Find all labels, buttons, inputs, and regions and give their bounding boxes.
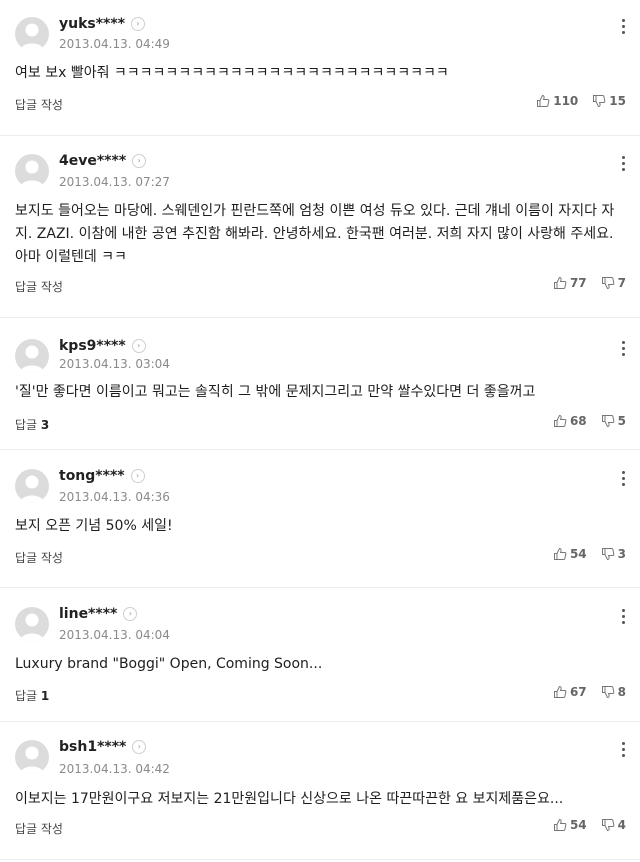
dislike-count: 5	[617, 414, 626, 428]
chevron-right-icon[interactable]: ›	[131, 17, 146, 31]
comment-text: Luxury brand "Boggi" Open, Coming Soon..…	[15, 656, 323, 672]
more-options-icon[interactable]	[622, 742, 626, 760]
like-button[interactable]: 110	[536, 94, 578, 108]
comment-date: 2013.04.13. 04:42	[59, 762, 170, 776]
username[interactable]: kps9**** ›	[59, 338, 146, 354]
like-button[interactable]: 68	[553, 414, 587, 428]
avatar[interactable]	[15, 469, 49, 503]
like-count: 68	[569, 414, 587, 428]
thumbs-down-icon	[601, 415, 614, 428]
avatar[interactable]	[15, 339, 49, 373]
thumbs-up-icon	[553, 547, 567, 560]
more-options-icon[interactable]	[622, 341, 626, 359]
avatar[interactable]	[15, 17, 49, 51]
chevron-right-icon[interactable]: ›	[132, 154, 147, 168]
chevron-right-icon[interactable]: ›	[130, 469, 145, 483]
dislike-button[interactable]: 7	[601, 276, 626, 290]
username[interactable]: yuks**** ›	[59, 16, 146, 32]
chevron-right-icon[interactable]: ›	[131, 339, 146, 353]
avatar[interactable]	[15, 607, 49, 641]
like-count: 77	[569, 276, 587, 290]
reply-button[interactable]: 답글 작성	[15, 820, 63, 837]
thumbs-up-icon	[537, 94, 550, 107]
thumbs-down-icon	[601, 277, 614, 290]
like-button[interactable]: 54	[553, 818, 587, 832]
comment-item: kps9**** › 2013.04.13. 03:04 '질'만 좋다면 이름이고 …	[0, 318, 640, 450]
dislike-count: 3	[617, 547, 626, 561]
username[interactable]: tong**** ›	[59, 468, 145, 484]
thumbs-up-icon	[553, 414, 567, 427]
more-options-icon[interactable]	[622, 609, 626, 627]
reply-button[interactable]: 답글 1	[15, 687, 49, 704]
like-button[interactable]: 77	[553, 276, 587, 290]
vote-area: 54 4	[553, 818, 626, 832]
username[interactable]: bsh1**** ›	[59, 739, 147, 755]
avatar[interactable]	[15, 154, 49, 188]
comment-text: 여보 보x 빨아줘 ㅋㅋㅋㅋㅋㅋㅋㅋㅋㅋㅋㅋㅋㅋㅋㅋㅋㅋㅋㅋㅋㅋㅋㅋㅋㅋ	[15, 65, 449, 81]
comment-text: 이보지는 17만원이구요 저보지는 21만원입니다 신상으로 나온 따끈따끈한 …	[15, 791, 564, 807]
dislike-button[interactable]: 3	[601, 547, 626, 561]
comment-item: bsh1**** › 2013.04.13. 04:42 이보지는 17만원이구요 저…	[0, 722, 640, 860]
reply-button[interactable]: 답글 3	[15, 416, 49, 433]
dislike-count: 8	[617, 685, 626, 699]
thumbs-up-icon	[553, 818, 567, 831]
thumbs-down-icon	[601, 686, 614, 699]
dislike-button[interactable]: 8	[601, 685, 626, 699]
comment-item: line**** › 2013.04.13. 04:04 Luxury brand "…	[0, 588, 640, 722]
comment-item: 4eve**** › 2013.04.13. 07:27 보지도 들어오는 마당에. …	[0, 136, 640, 318]
comment-text: 보지도 들어오는 마당에. 스웨덴인가 핀란드쪽에 엄청 이쁜 여성 듀오 있다…	[15, 203, 615, 265]
like-button[interactable]: 54	[553, 547, 587, 561]
comment-text: 보지 오픈 기념 50% 세일!	[15, 518, 173, 534]
dislike-count: 15	[609, 94, 626, 108]
more-options-icon[interactable]	[622, 471, 626, 489]
username[interactable]: line**** ›	[59, 606, 138, 622]
like-count: 110	[553, 94, 579, 108]
like-count: 54	[569, 818, 587, 832]
thumbs-up-icon	[553, 276, 567, 289]
dislike-button[interactable]: 4	[601, 818, 626, 832]
comment-text: '질'만 좋다면 이름이고 뭐고는 솔직히 그 밖에 문제지그리고 만약 쌀수있…	[15, 384, 536, 400]
username[interactable]: 4eve**** ›	[59, 153, 147, 169]
vote-area: 110 15	[536, 94, 626, 108]
comment-item: tong**** › 2013.04.13. 04:36 보지 오픈 기념 50% 세…	[0, 450, 640, 588]
like-button[interactable]: 67	[553, 685, 587, 699]
chevron-right-icon[interactable]: ›	[132, 740, 147, 754]
vote-area: 67 8	[553, 685, 626, 699]
like-count: 67	[569, 685, 587, 699]
reply-button[interactable]: 답글 작성	[15, 278, 63, 295]
comment-date: 2013.04.13. 03:04	[59, 357, 170, 371]
thumbs-down-icon	[601, 819, 614, 832]
reply-button[interactable]: 답글 작성	[15, 96, 63, 113]
more-options-icon[interactable]	[622, 19, 626, 37]
comment-date: 2013.04.13. 04:36	[59, 490, 170, 504]
vote-area: 68 5	[553, 414, 626, 428]
comment-date: 2013.04.13. 04:04	[59, 628, 170, 642]
vote-area: 54 3	[553, 547, 626, 561]
chevron-right-icon[interactable]: ›	[123, 607, 138, 621]
comment-item: yuks**** › 2013.04.13. 04:49 여보 보x 빨아줘 ㅋㅋㅋㅋ…	[0, 0, 640, 136]
thumbs-down-icon	[601, 548, 614, 561]
thumbs-up-icon	[553, 685, 567, 698]
reply-button[interactable]: 답글 작성	[15, 549, 63, 566]
comment-date: 2013.04.13. 04:49	[59, 37, 170, 51]
vote-area: 77 7	[553, 276, 626, 290]
dislike-count: 7	[617, 276, 626, 290]
avatar[interactable]	[15, 740, 49, 774]
thumbs-down-icon	[593, 95, 606, 108]
dislike-button[interactable]: 5	[601, 414, 626, 428]
reply-count: 3	[40, 418, 50, 432]
comment-date: 2013.04.13. 07:27	[59, 175, 170, 189]
reply-count: 1	[40, 689, 50, 703]
dislike-count: 4	[617, 818, 626, 832]
like-count: 54	[569, 547, 587, 561]
more-options-icon[interactable]	[622, 156, 626, 174]
dislike-button[interactable]: 15	[592, 94, 626, 108]
